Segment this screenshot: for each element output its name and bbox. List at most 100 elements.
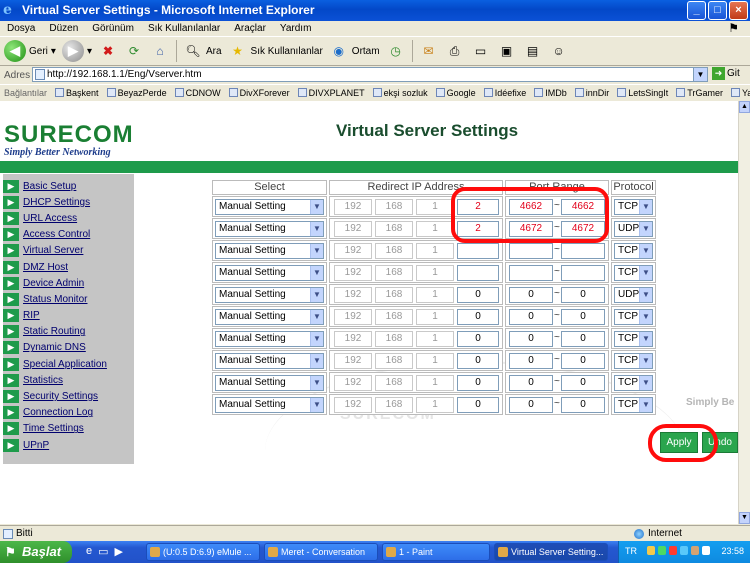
protocol-select[interactable]: TCP ▼ <box>614 265 653 281</box>
search-button[interactable]: 🔍︎ Ara <box>183 41 221 61</box>
task-paint[interactable]: 1 - Paint <box>382 543 490 561</box>
sidebar-item-device-admin[interactable]: ▶ Device Admin <box>3 275 134 291</box>
link-item[interactable]: Idéefixe <box>480 88 531 98</box>
back-button[interactable]: ◀ Geri ▾ <box>4 40 56 62</box>
close-button[interactable]: × <box>729 1 748 20</box>
sidebar-item-dhcp-settings[interactable]: ▶ DHCP Settings <box>3 194 134 210</box>
chevron-down-icon[interactable]: ▼ <box>310 332 323 346</box>
port-start-input[interactable]: 0 <box>509 397 553 413</box>
sidebar-item-security-settings[interactable]: ▶ Security Settings <box>3 388 134 404</box>
link-item[interactable]: TrGamer <box>672 88 727 98</box>
sidebar-item-dynamic-dns[interactable]: ▶ Dynamic DNS <box>3 340 134 356</box>
sidebar-item-url-access[interactable]: ▶ URL Access <box>3 210 134 226</box>
ip-octet-4-input[interactable]: 0 <box>457 353 499 369</box>
port-start-input[interactable]: 0 <box>509 353 553 369</box>
chevron-down-icon[interactable]: ▼ <box>639 332 652 346</box>
vertical-scrollbar[interactable]: ▲ ▼ <box>738 101 750 524</box>
sidebar-item-static-routing[interactable]: ▶ Static Routing <box>3 324 134 340</box>
sidebar-item-connection-log[interactable]: ▶ Connection Log <box>3 405 134 421</box>
task-virtual-server[interactable]: Virtual Server Setting... <box>494 543 608 561</box>
chevron-down-icon[interactable]: ▼ <box>310 222 323 236</box>
chevron-down-icon[interactable]: ▼ <box>310 376 323 390</box>
menu-edit[interactable]: Düzen <box>42 23 85 34</box>
protocol-select[interactable]: TCP ▼ <box>614 243 653 259</box>
link-item[interactable]: Başkent <box>51 88 103 98</box>
media-button[interactable]: ◉ Ortam <box>329 41 380 61</box>
link-item[interactable]: innDir <box>571 88 614 98</box>
link-item[interactable]: ekşi sozluk <box>369 88 432 98</box>
sidebar-item-special-application[interactable]: ▶ Special Application <box>3 356 134 372</box>
start-button[interactable]: ⚑ Başlat <box>0 541 72 563</box>
ip-octet-4-input[interactable] <box>457 243 499 259</box>
discuss-icon[interactable]: ▣ <box>497 41 517 61</box>
mode-select[interactable]: Manual Setting ▼ <box>215 309 324 325</box>
menu-favorites[interactable]: Sık Kullanılanlar <box>141 23 227 34</box>
chevron-down-icon[interactable]: ▼ <box>639 200 652 214</box>
chevron-down-icon[interactable]: ▼ <box>639 244 652 258</box>
ip-octet-4-input[interactable]: 0 <box>457 309 499 325</box>
favorites-button[interactable]: ★ Sık Kullanılanlar <box>228 41 323 61</box>
link-item[interactable]: IMDb <box>530 88 571 98</box>
home-icon[interactable]: ⌂ <box>150 41 170 61</box>
mode-select[interactable]: Manual Setting ▼ <box>215 265 324 281</box>
sidebar-item-basic-setup[interactable]: ▶ Basic Setup <box>3 178 134 194</box>
print-icon[interactable]: ⎙ <box>445 41 465 61</box>
ie-icon[interactable]: e <box>86 545 92 558</box>
tray-icon[interactable] <box>702 546 710 555</box>
sidebar-item-time-settings[interactable]: ▶ Time Settings <box>3 421 134 437</box>
port-end-input[interactable]: 0 <box>561 331 605 347</box>
sidebar-item-statistics[interactable]: ▶ Statistics <box>3 372 134 388</box>
link-item[interactable]: BeyazPerde <box>103 88 171 98</box>
chevron-down-icon[interactable]: ▼ <box>639 376 652 390</box>
sidebar-item-rip[interactable]: ▶ RIP <box>3 308 134 324</box>
chevron-down-icon[interactable]: ▼ <box>639 398 652 412</box>
protocol-select[interactable]: TCP ▼ <box>614 331 653 347</box>
scroll-up-icon[interactable]: ▲ <box>739 101 750 113</box>
protocol-select[interactable]: UDP ▼ <box>614 221 653 237</box>
chevron-down-icon[interactable]: ▼ <box>639 222 652 236</box>
ip-octet-4-input[interactable] <box>457 265 499 281</box>
port-start-input[interactable]: 0 <box>509 309 553 325</box>
ip-octet-4-input[interactable]: 0 <box>457 287 499 303</box>
port-start-input[interactable] <box>509 243 553 259</box>
mode-select[interactable]: Manual Setting ▼ <box>215 287 324 303</box>
chevron-down-icon[interactable]: ▼ <box>310 398 323 412</box>
chevron-down-icon[interactable]: ▼ <box>639 266 652 280</box>
media-player-icon[interactable]: ▶ <box>115 545 123 558</box>
link-item[interactable]: DivXForever <box>225 88 294 98</box>
minimize-button[interactable]: _ <box>687 1 706 20</box>
tray-icon[interactable] <box>680 546 688 555</box>
port-end-input[interactable]: 0 <box>561 309 605 325</box>
mode-select[interactable]: Manual Setting ▼ <box>215 397 324 413</box>
mode-select[interactable]: Manual Setting ▼ <box>215 243 324 259</box>
stop-icon[interactable]: ✖ <box>98 41 118 61</box>
chevron-down-icon[interactable]: ▼ <box>639 310 652 324</box>
port-end-input[interactable] <box>561 243 605 259</box>
port-end-input[interactable]: 0 <box>561 353 605 369</box>
port-start-input[interactable] <box>509 265 553 281</box>
protocol-select[interactable]: TCP ▼ <box>614 199 653 215</box>
protocol-select[interactable]: TCP ▼ <box>614 309 653 325</box>
chevron-down-icon[interactable]: ▼ <box>310 310 323 324</box>
tray-icon[interactable] <box>647 546 655 555</box>
link-item[interactable]: Yahoo! <box>727 88 750 98</box>
mode-select[interactable]: Manual Setting ▼ <box>215 221 324 237</box>
menu-help[interactable]: Yardım <box>273 23 319 34</box>
port-start-input[interactable]: 0 <box>509 331 553 347</box>
ip-octet-4-input[interactable]: 0 <box>457 331 499 347</box>
desktop-icon[interactable]: ▭ <box>98 545 108 558</box>
chevron-down-icon[interactable]: ▼ <box>310 354 323 368</box>
port-end-input[interactable]: 0 <box>561 287 605 303</box>
research-icon[interactable]: ▤ <box>523 41 543 61</box>
protocol-select[interactable]: UDP ▼ <box>614 287 653 303</box>
port-start-input[interactable]: 0 <box>509 375 553 391</box>
mode-select[interactable]: Manual Setting ▼ <box>215 353 324 369</box>
link-item[interactable]: CDNOW <box>171 88 225 98</box>
chevron-down-icon[interactable]: ▼ <box>639 288 652 302</box>
port-end-input[interactable] <box>561 265 605 281</box>
refresh-icon[interactable]: ⟳ <box>124 41 144 61</box>
ip-octet-4-input[interactable]: 0 <box>457 397 499 413</box>
messenger-icon[interactable]: ☺ <box>549 41 569 61</box>
mode-select[interactable]: Manual Setting ▼ <box>215 375 324 391</box>
chevron-down-icon[interactable]: ▼ <box>310 288 323 302</box>
